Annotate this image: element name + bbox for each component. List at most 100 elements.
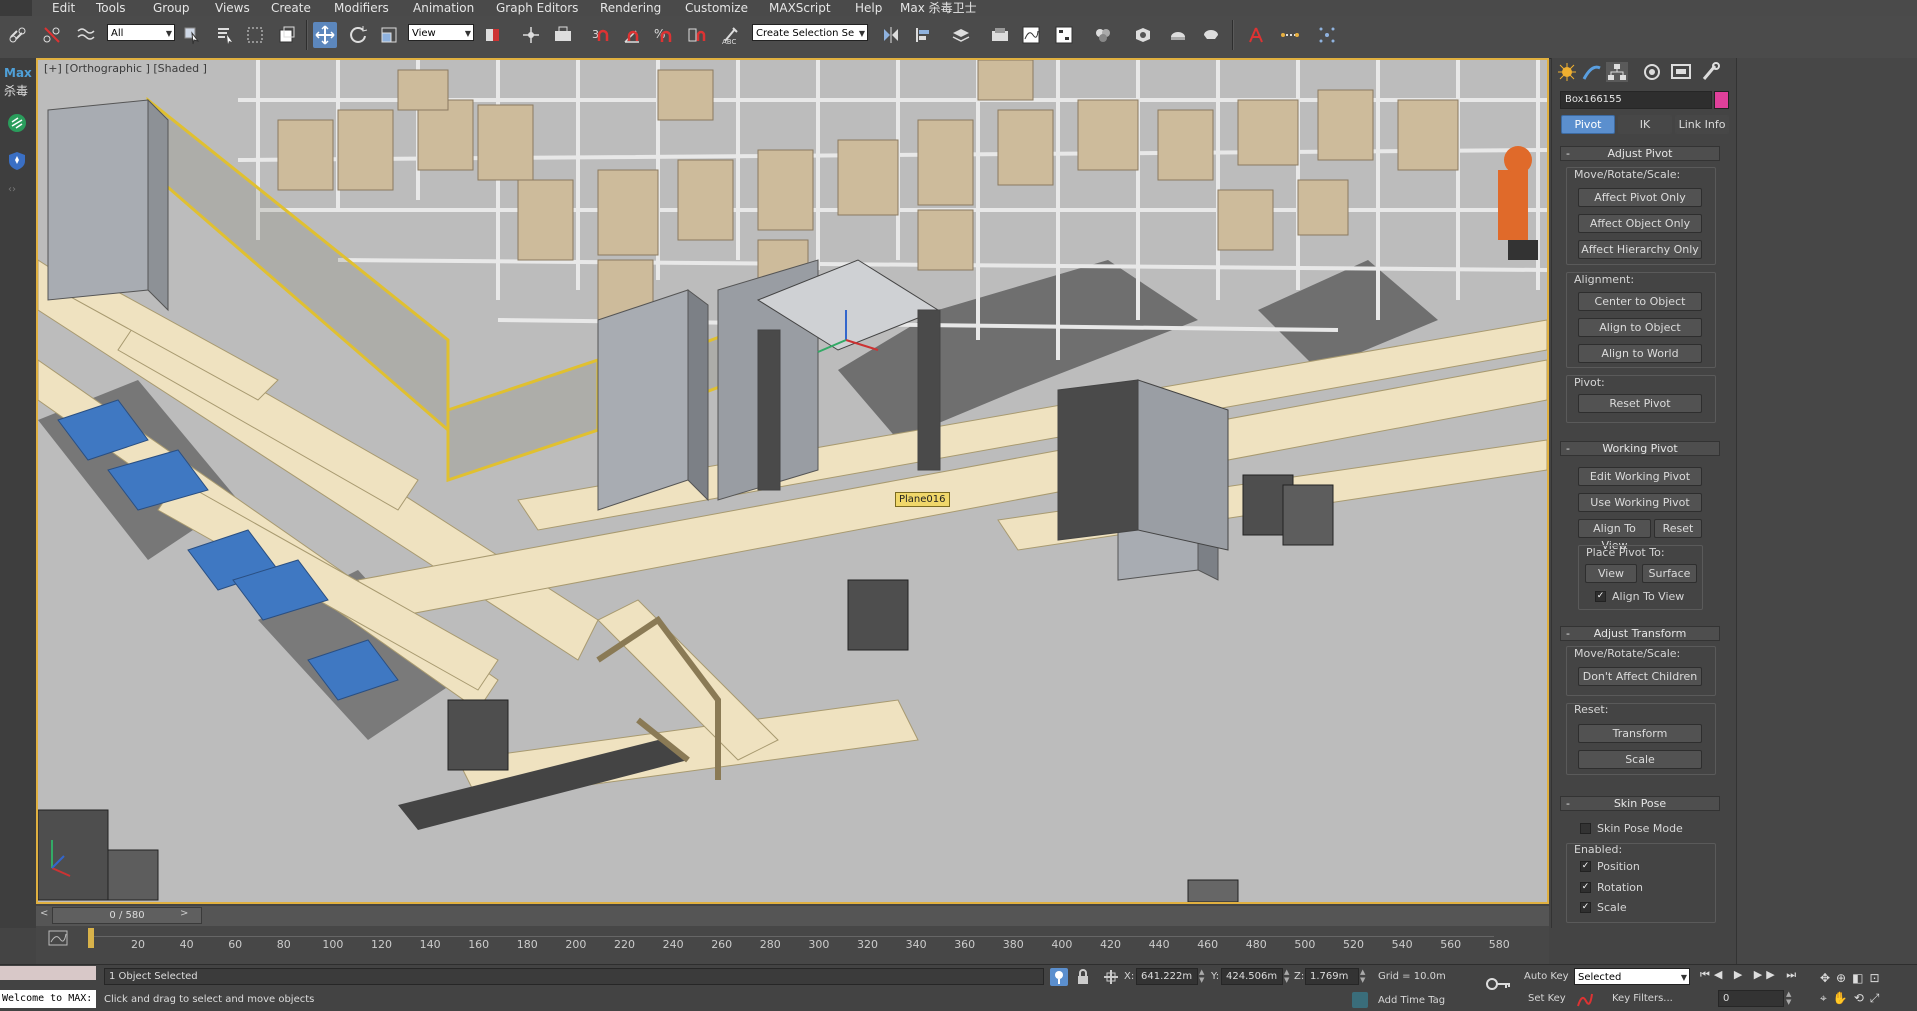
window-crossing-icon[interactable] bbox=[275, 22, 299, 48]
current-frame-field[interactable]: 0 bbox=[1718, 990, 1784, 1007]
render-production-icon[interactable] bbox=[1199, 22, 1223, 48]
affect-hierarchy-only-button[interactable]: Affect Hierarchy Only bbox=[1578, 240, 1702, 259]
time-tag-icon[interactable] bbox=[1352, 992, 1368, 1008]
menu-animation[interactable]: Animation bbox=[413, 0, 474, 16]
menu-edit[interactable]: Edit bbox=[52, 0, 75, 16]
rollout-working-pivot[interactable]: - Working Pivot bbox=[1560, 441, 1720, 456]
named-selection-set-dropdown[interactable]: Create Selection Se ▼ bbox=[752, 24, 868, 41]
add-time-tag[interactable]: Add Time Tag bbox=[1378, 995, 1445, 1006]
motion-tab-icon[interactable] bbox=[1641, 62, 1663, 82]
working-pivot-reset-button[interactable]: Reset bbox=[1654, 519, 1702, 538]
selection-filter-dropdown[interactable]: All ▼ bbox=[107, 24, 175, 41]
set-keys-key-icon[interactable] bbox=[1486, 976, 1512, 992]
z-spinner[interactable]: ▲ ▼ bbox=[1360, 968, 1368, 985]
rollout-skin-pose[interactable]: - Skin Pose bbox=[1560, 796, 1720, 811]
playback-controls[interactable]: ⏮◀ ▶ ▶▶ ⏭ bbox=[1700, 968, 1820, 985]
absolute-mode-icon[interactable] bbox=[1103, 969, 1119, 985]
scale-checkbox[interactable]: ✓ bbox=[1580, 902, 1591, 913]
app-logo-icon[interactable] bbox=[0, 0, 32, 16]
menu-views[interactable]: Views bbox=[215, 0, 250, 16]
center-to-object-button[interactable]: Center to Object bbox=[1578, 292, 1702, 311]
rotation-checkbox[interactable]: ✓ bbox=[1580, 882, 1591, 893]
schematic-view-icon[interactable] bbox=[1052, 22, 1076, 48]
utilities-tab-icon[interactable] bbox=[1700, 62, 1722, 82]
edit-working-pivot-button[interactable]: Edit Working Pivot bbox=[1578, 467, 1702, 486]
render-setup-icon[interactable] bbox=[1131, 22, 1155, 48]
frame-spinner[interactable]: ▲ ▼ bbox=[1786, 990, 1794, 1007]
select-and-move-icon[interactable] bbox=[313, 22, 337, 48]
viewport-orthographic[interactable] bbox=[36, 58, 1549, 904]
menu-group[interactable]: Group bbox=[153, 0, 190, 16]
dont-affect-children-button[interactable]: Don't Affect Children bbox=[1578, 667, 1702, 686]
skin-pose-mode-checkbox[interactable] bbox=[1580, 823, 1591, 834]
maxscript-listener-top[interactable] bbox=[0, 966, 96, 980]
track-bar[interactable] bbox=[36, 926, 1549, 964]
menu-modifiers[interactable]: Modifiers bbox=[334, 0, 389, 16]
angle-snap-icon[interactable] bbox=[620, 22, 644, 48]
tab-pivot[interactable]: Pivot bbox=[1561, 115, 1615, 134]
align-to-view-button[interactable]: Align To View bbox=[1578, 519, 1651, 552]
selection-lock-icon[interactable] bbox=[1075, 969, 1091, 985]
mini-curve-editor-icon[interactable] bbox=[48, 930, 68, 946]
time-prev-icon[interactable]: < bbox=[40, 908, 50, 924]
menu-tools[interactable]: Tools bbox=[96, 0, 126, 16]
bind-space-warp-icon[interactable] bbox=[74, 22, 98, 48]
mirror-icon[interactable] bbox=[879, 22, 903, 48]
x-spinner[interactable]: ▲ ▼ bbox=[1199, 968, 1207, 985]
antivirus-shield-icon[interactable] bbox=[6, 112, 28, 134]
hierarchy-tool-icon[interactable] bbox=[1244, 22, 1268, 48]
select-and-rotate-icon[interactable] bbox=[346, 22, 370, 48]
rendered-frame-window-icon[interactable] bbox=[1166, 22, 1190, 48]
hierarchy-tab-icon[interactable] bbox=[1606, 62, 1628, 82]
reset-scale-button[interactable]: Scale bbox=[1578, 750, 1702, 769]
y-coordinate-field[interactable]: 424.506m bbox=[1221, 968, 1283, 985]
keyboard-shortcut-override-icon[interactable] bbox=[551, 22, 575, 48]
place-surface-button[interactable]: Surface bbox=[1642, 564, 1697, 583]
reset-transform-button[interactable]: Transform bbox=[1578, 724, 1702, 743]
menu-rendering[interactable]: Rendering bbox=[600, 0, 661, 16]
spinner-snap-icon[interactable] bbox=[685, 22, 709, 48]
time-next-icon[interactable]: > bbox=[180, 908, 190, 924]
x-coordinate-field[interactable]: 641.222m bbox=[1136, 968, 1198, 985]
affect-object-only-button[interactable]: Affect Object Only bbox=[1578, 214, 1702, 233]
display-tab-icon[interactable] bbox=[1670, 62, 1692, 82]
material-editor-icon[interactable] bbox=[1091, 22, 1115, 48]
modify-tab-icon[interactable] bbox=[1581, 62, 1603, 82]
measure-distance-icon[interactable] bbox=[1278, 22, 1302, 48]
maxscript-mini-listener[interactable]: Welcome to MAX: bbox=[0, 990, 96, 1008]
key-filters-button[interactable]: Key Filters... bbox=[1612, 993, 1673, 1004]
viewport-navigation-controls[interactable]: ✥⊕◧⊡ ⌖✋⟲⤢ bbox=[1820, 968, 1914, 1008]
object-name-field[interactable]: Box166155 bbox=[1560, 91, 1712, 109]
tab-link-info[interactable]: Link Info bbox=[1675, 115, 1729, 134]
pivot-center-icon[interactable] bbox=[481, 22, 505, 48]
rect-selection-icon[interactable] bbox=[243, 22, 267, 48]
menu-antivirus[interactable]: Max 杀毒卫士 bbox=[900, 0, 977, 16]
align-to-view-checkbox[interactable]: ✓ bbox=[1595, 591, 1606, 602]
viewport-label[interactable]: [+] [Orthographic ] [Shaded ] bbox=[44, 62, 207, 75]
y-spinner[interactable]: ▲ ▼ bbox=[1284, 968, 1292, 985]
position-checkbox[interactable]: ✓ bbox=[1580, 861, 1591, 872]
reference-coordinate-dropdown[interactable]: View ▼ bbox=[408, 24, 474, 41]
select-object-icon[interactable] bbox=[180, 22, 204, 48]
percent-snap-icon[interactable]: % bbox=[651, 22, 675, 48]
layer-manager-icon[interactable] bbox=[949, 22, 973, 48]
select-and-scale-icon[interactable] bbox=[377, 22, 401, 48]
select-and-manipulate-icon[interactable] bbox=[519, 22, 543, 48]
menu-help[interactable]: Help bbox=[855, 0, 882, 16]
strip-collapse-icon[interactable]: ‹› bbox=[8, 184, 28, 195]
align-to-world-button[interactable]: Align to World bbox=[1578, 344, 1702, 363]
z-coordinate-field[interactable]: 1.769m bbox=[1305, 968, 1359, 985]
menu-maxscript[interactable]: MAXScript bbox=[769, 0, 831, 16]
menu-graph-editors[interactable]: Graph Editors bbox=[496, 0, 578, 16]
edit-named-selection-icon[interactable]: ABC bbox=[719, 22, 743, 48]
tab-ik[interactable]: IK bbox=[1618, 115, 1672, 134]
create-tab-icon[interactable] bbox=[1556, 62, 1578, 82]
menu-create[interactable]: Create bbox=[271, 0, 311, 16]
affect-pivot-only-button[interactable]: Affect Pivot Only bbox=[1578, 188, 1702, 207]
rollout-adjust-transform[interactable]: - Adjust Transform bbox=[1560, 626, 1720, 641]
link-icon[interactable] bbox=[6, 22, 30, 48]
protection-shield-icon[interactable] bbox=[6, 150, 28, 172]
isolate-selection-icon[interactable] bbox=[1050, 968, 1068, 986]
graphite-modeling-tools-icon[interactable] bbox=[988, 22, 1012, 48]
use-working-pivot-button[interactable]: Use Working Pivot bbox=[1578, 493, 1702, 512]
